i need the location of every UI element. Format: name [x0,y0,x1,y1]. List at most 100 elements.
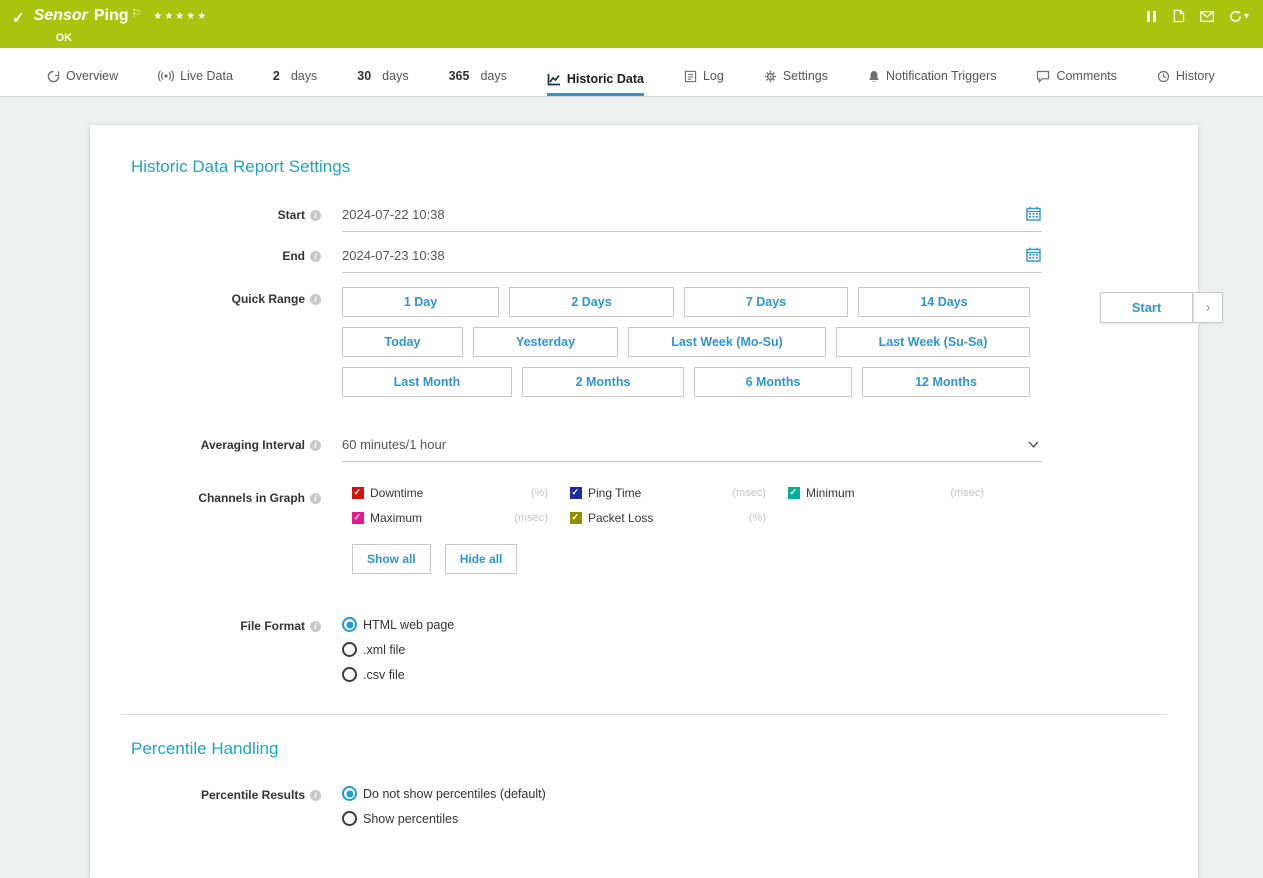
report-icon[interactable] [1173,9,1185,23]
end-row: End 2024-07-23 10:38 [121,244,1167,273]
live-data-icon [158,70,174,82]
info-icon[interactable] [310,251,321,262]
channel-checkbox-ping-time[interactable]: Ping Time (msec) [570,486,766,500]
history-clock-icon [1157,70,1170,83]
channel-checkbox-minimum[interactable]: Minimum (msec) [788,486,984,500]
start-report-group: Start › [1100,292,1223,323]
refresh-caret-icon[interactable]: ▾ [1244,11,1249,22]
mail-icon[interactable] [1200,9,1214,23]
tab-history[interactable]: History [1157,69,1215,96]
start-datetime-value: 2024-07-22 10:38 [342,207,445,222]
radio-do-not-show-percentiles[interactable]: Do not show percentiles (default) [342,786,1167,801]
info-icon[interactable] [310,790,321,801]
quick-range-last-week-su-sa-button[interactable]: Last Week (Su-Sa) [836,327,1030,357]
radio-label: .xml file [363,643,405,657]
channel-name: Minimum [806,486,855,500]
bell-icon [868,70,880,83]
tab-overview[interactable]: Overview [47,69,118,96]
quick-range-last-week-mo-su-button[interactable]: Last Week (Mo-Su) [628,327,826,357]
tab-number: 30 [357,69,371,83]
channel-unit: (msec) [732,487,766,499]
averaging-interval-select[interactable]: 60 minutes/1 hour [342,433,1042,462]
info-icon[interactable] [310,493,321,504]
tab-settings[interactable]: Settings [764,69,828,96]
info-icon[interactable] [310,440,321,451]
radio-icon [342,811,357,826]
quick-range-last-month-button[interactable]: Last Month [342,367,512,397]
sensor-tabbar: Overview Live Data 2 days 30 days 365 da… [0,48,1263,97]
info-icon[interactable] [310,294,321,305]
channel-name: Packet Loss [588,511,653,525]
radio-label: Show percentiles [363,812,458,826]
quick-range-12-months-button[interactable]: 12 Months [862,367,1030,397]
priority-stars[interactable]: ★★★★★ [153,7,208,27]
gear-icon [764,70,777,83]
channel-checkbox-downtime[interactable]: Downtime (%) [352,486,548,500]
main-content: Historic Data Report Settings Start 2024… [0,97,1263,878]
checkbox-icon [570,487,582,499]
tab-number: 365 [449,69,470,83]
quick-range-14-days-button[interactable]: 14 Days [858,287,1030,317]
averaging-interval-label: Averaging Interval [121,433,321,462]
tab-label: days [480,69,506,83]
quick-range-2-months-button[interactable]: 2 Months [522,367,684,397]
channel-unit: (%) [749,512,766,524]
tab-2-days[interactable]: 2 days [273,69,317,96]
quick-range-2-days-button[interactable]: 2 Days [509,287,674,317]
radio-csv-file[interactable]: .csv file [342,667,1167,682]
quick-range-today-button[interactable]: Today [342,327,463,357]
quick-range-yesterday-button[interactable]: Yesterday [473,327,618,357]
radio-label: Do not show percentiles (default) [363,787,546,801]
percentile-results-row: Percentile Results Do not show percentil… [121,783,1167,826]
averaging-interval-value: 60 minutes/1 hour [342,437,446,452]
tab-label: Live Data [180,69,233,83]
start-datetime-input[interactable]: 2024-07-22 10:38 [342,203,1042,232]
tab-live-data[interactable]: Live Data [158,69,233,96]
historic-data-card: Historic Data Report Settings Start 2024… [90,125,1198,878]
channel-checkbox-packet-loss[interactable]: Packet Loss (%) [570,511,766,525]
channel-unit: (msec) [950,487,984,499]
info-icon[interactable] [310,210,321,221]
tab-log[interactable]: Log [684,69,724,96]
hide-all-button[interactable]: Hide all [445,544,518,574]
info-icon[interactable] [310,621,321,632]
tab-notification-triggers[interactable]: Notification Triggers [868,69,996,96]
tab-label: Log [703,69,724,83]
file-format-label: File Format [121,614,321,682]
end-label: End [121,244,321,273]
tab-historic-data[interactable]: Historic Data [547,72,644,96]
tab-label: days [291,69,317,83]
refresh-icon[interactable]: ▾ [1229,9,1249,23]
historic-data-icon [547,73,561,86]
tab-30-days[interactable]: 30 days [357,69,408,96]
radio-html-web-page[interactable]: HTML web page [342,617,1167,632]
page-title: Historic Data Report Settings [131,157,1167,177]
percentile-handling-title: Percentile Handling [131,739,1167,759]
radio-show-percentiles[interactable]: Show percentiles [342,811,1167,826]
calendar-icon[interactable] [1026,247,1041,262]
pause-icon[interactable] [1146,9,1158,23]
checkbox-icon [352,512,364,524]
checkbox-icon [570,512,582,524]
radio-icon [342,786,357,801]
tab-365-days[interactable]: 365 days [449,69,507,96]
show-all-button[interactable]: Show all [352,544,431,574]
channel-checkbox-maximum[interactable]: Maximum (msec) [352,511,548,525]
flag-icon[interactable]: ⚐ [132,4,142,24]
quick-range-6-months-button[interactable]: 6 Months [694,367,852,397]
sensor-name: Ping [94,6,129,26]
quick-range-1-day-button[interactable]: 1 Day [342,287,499,317]
checkbox-icon [788,487,800,499]
chevron-right-icon[interactable]: › [1193,292,1223,323]
channel-name: Maximum [370,511,422,525]
start-report-button[interactable]: Start [1100,292,1193,323]
quick-range-7-days-button[interactable]: 7 Days [684,287,848,317]
radio-label: HTML web page [363,618,454,632]
end-datetime-input[interactable]: 2024-07-23 10:38 [342,244,1042,273]
sensor-title-block: ✓ Sensor Ping ⚐ ★★★★★ OK [12,0,208,48]
quick-range-label: Quick Range [121,287,321,407]
tab-label: History [1176,69,1215,83]
tab-comments[interactable]: Comments [1036,69,1116,96]
radio-xml-file[interactable]: .xml file [342,642,1167,657]
calendar-icon[interactable] [1026,206,1041,221]
